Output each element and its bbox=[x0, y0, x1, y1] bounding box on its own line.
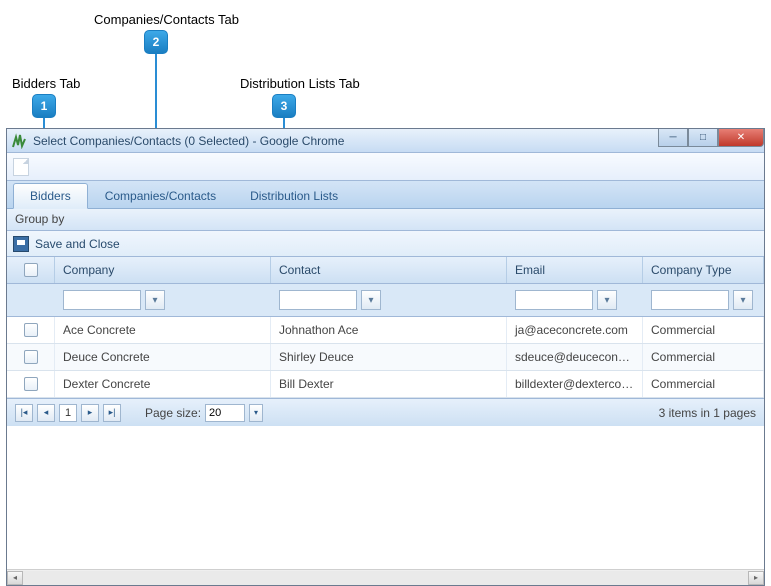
scroll-left-button[interactable]: ◂ bbox=[7, 571, 23, 585]
filter-input-email[interactable] bbox=[515, 290, 593, 310]
window-titlebar[interactable]: Select Companies/Contacts (0 Selected) -… bbox=[7, 129, 764, 153]
cell-email: sdeuce@deuceconcrete. bbox=[507, 344, 643, 370]
cell-company: Ace Concrete bbox=[55, 317, 271, 343]
pager-last-button[interactable]: ▸| bbox=[103, 404, 121, 422]
row-checkbox[interactable] bbox=[24, 377, 38, 391]
cell-email: ja@aceconcrete.com bbox=[507, 317, 643, 343]
tab-companies-contacts[interactable]: Companies/Contacts bbox=[88, 183, 233, 208]
blank-area bbox=[7, 426, 764, 569]
cell-company: Deuce Concrete bbox=[55, 344, 271, 370]
tab-bidders[interactable]: Bidders bbox=[13, 183, 88, 209]
close-button[interactable]: ✕ bbox=[718, 129, 764, 147]
scroll-right-button[interactable]: ▸ bbox=[748, 571, 764, 585]
maximize-button[interactable]: □ bbox=[688, 129, 718, 147]
grid-filter-row: ▾ ▾ ▾ ▾ bbox=[7, 284, 764, 317]
pager-size-dropdown[interactable]: ▾ bbox=[249, 404, 263, 422]
new-document-icon[interactable] bbox=[13, 158, 29, 176]
save-icon[interactable] bbox=[13, 236, 29, 252]
cell-type: Commercial bbox=[643, 344, 764, 370]
tab-bar: Bidders Companies/Contacts Distribution … bbox=[7, 181, 764, 209]
annotation-label-companies: Companies/Contacts Tab bbox=[94, 12, 239, 27]
annotation-marker-2: 2 bbox=[144, 30, 168, 54]
tab-distribution-lists[interactable]: Distribution Lists bbox=[233, 183, 355, 208]
filter-input-company[interactable] bbox=[63, 290, 141, 310]
pager-size-label: Page size: bbox=[145, 406, 201, 420]
select-all-checkbox[interactable] bbox=[24, 263, 38, 277]
save-bar: Save and Close bbox=[7, 231, 764, 257]
table-row[interactable]: Deuce ConcreteShirley Deucesdeuce@deucec… bbox=[7, 344, 764, 371]
grid-body: Ace ConcreteJohnathon Aceja@aceconcrete.… bbox=[7, 317, 764, 398]
pager-first-button[interactable]: |◂ bbox=[15, 404, 33, 422]
filter-button-email[interactable]: ▾ bbox=[597, 290, 617, 310]
group-by-bar[interactable]: Group by bbox=[7, 209, 764, 231]
column-header-company[interactable]: Company bbox=[55, 257, 271, 283]
table-row[interactable]: Ace ConcreteJohnathon Aceja@aceconcrete.… bbox=[7, 317, 764, 344]
window-title: Select Companies/Contacts (0 Selected) -… bbox=[33, 134, 344, 148]
column-header-contact[interactable]: Contact bbox=[271, 257, 507, 283]
app-logo-icon bbox=[11, 133, 27, 149]
scroll-track[interactable] bbox=[23, 571, 748, 585]
column-header-company-type[interactable]: Company Type bbox=[643, 257, 764, 283]
cell-email: billdexter@dexterconcret bbox=[507, 371, 643, 397]
data-grid: Company Contact Email Company Type ▾ ▾ ▾… bbox=[7, 257, 764, 426]
table-row[interactable]: Dexter ConcreteBill Dexterbilldexter@dex… bbox=[7, 371, 764, 398]
horizontal-scrollbar[interactable]: ◂ ▸ bbox=[7, 569, 764, 585]
grid-header-row: Company Contact Email Company Type bbox=[7, 257, 764, 284]
filter-input-type[interactable] bbox=[651, 290, 729, 310]
cell-type: Commercial bbox=[643, 371, 764, 397]
annotation-label-bidders: Bidders Tab bbox=[12, 76, 80, 91]
cell-contact: Bill Dexter bbox=[271, 371, 507, 397]
column-header-email[interactable]: Email bbox=[507, 257, 643, 283]
pager-bar: |◂ ◂ 1 ▸ ▸| Page size: ▾ 3 items in 1 pa… bbox=[7, 398, 764, 426]
cell-contact: Johnathon Ace bbox=[271, 317, 507, 343]
annotation-label-distribution: Distribution Lists Tab bbox=[240, 76, 360, 91]
cell-company: Dexter Concrete bbox=[55, 371, 271, 397]
pager-next-button[interactable]: ▸ bbox=[81, 404, 99, 422]
pager-info-text: 3 items in 1 pages bbox=[659, 406, 756, 420]
pager-prev-button[interactable]: ◂ bbox=[37, 404, 55, 422]
toolbar bbox=[7, 153, 764, 181]
cell-contact: Shirley Deuce bbox=[271, 344, 507, 370]
filter-button-company[interactable]: ▾ bbox=[145, 290, 165, 310]
filter-button-type[interactable]: ▾ bbox=[733, 290, 753, 310]
annotation-marker-1: 1 bbox=[32, 94, 56, 118]
filter-input-contact[interactable] bbox=[279, 290, 357, 310]
save-and-close-button[interactable]: Save and Close bbox=[35, 237, 120, 251]
row-checkbox[interactable] bbox=[24, 350, 38, 364]
minimize-button[interactable]: ─ bbox=[658, 129, 688, 147]
annotation-marker-3: 3 bbox=[272, 94, 296, 118]
browser-window: Select Companies/Contacts (0 Selected) -… bbox=[6, 128, 765, 586]
filter-button-contact[interactable]: ▾ bbox=[361, 290, 381, 310]
pager-current-page[interactable]: 1 bbox=[59, 404, 77, 422]
pager-size-input[interactable] bbox=[205, 404, 245, 422]
cell-type: Commercial bbox=[643, 317, 764, 343]
row-checkbox[interactable] bbox=[24, 323, 38, 337]
